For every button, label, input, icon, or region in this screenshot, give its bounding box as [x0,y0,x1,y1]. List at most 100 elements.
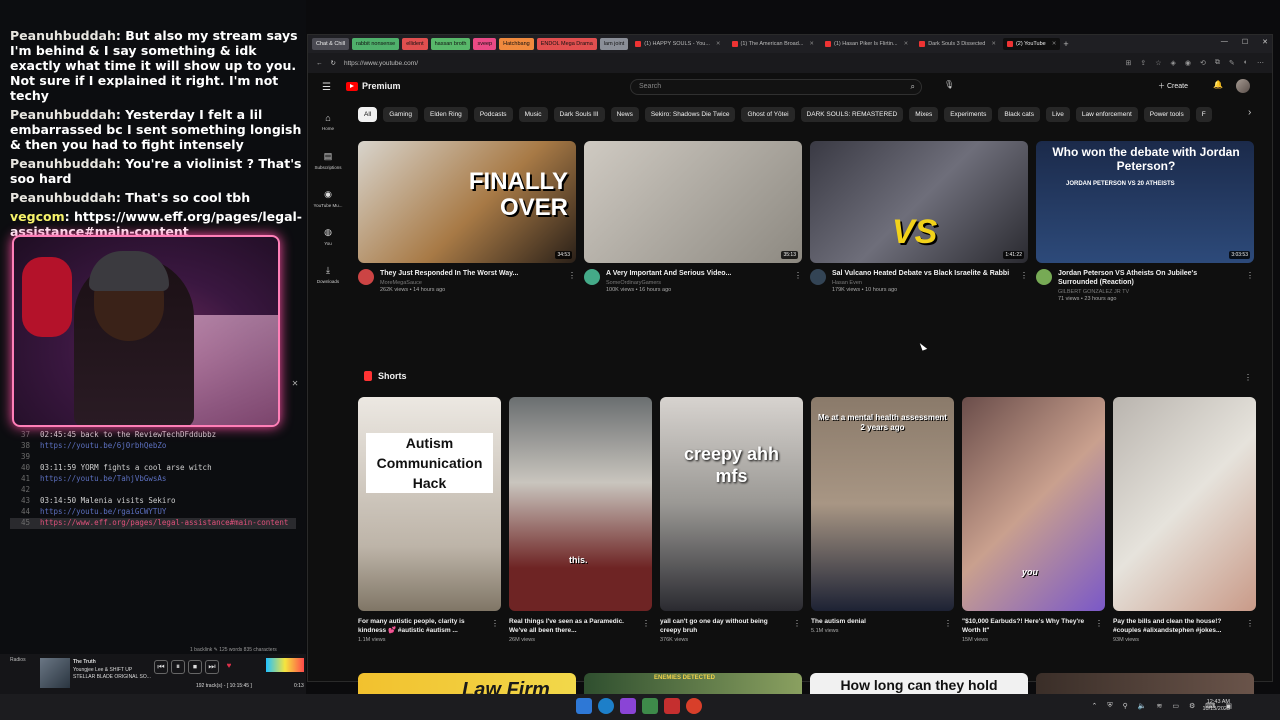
close-tab-icon[interactable]: ✕ [904,41,909,47]
short-thumbnail[interactable]: Me at a mental health assessment 2 years… [811,397,954,611]
sidebar-item[interactable]: ⤓ Downloads [308,261,348,299]
more-icon[interactable]: ⋮ [491,619,499,628]
more-icon[interactable]: ⋮ [1095,619,1103,628]
filter-chip[interactable]: Law enforcement [1075,107,1138,122]
short-title[interactable]: "$10,000 Earbuds?! Here's Why They're Wo… [962,617,1092,635]
short-card[interactable]: creepy ahh mfs yall can't go one day with… [660,397,803,643]
browser-tab[interactable]: ellident [402,38,428,50]
search-icon[interactable]: ⌕ [911,82,915,92]
stop-icon[interactable]: ⏹ [188,660,202,674]
extension-icon[interactable]: ⟲ [1200,59,1206,67]
close-tab-icon[interactable]: ✕ [716,41,721,47]
sidebar-item[interactable]: ◉ YouTube Mu... [308,185,348,223]
filter-chip[interactable]: Black cats [998,107,1040,122]
more-icon[interactable]: ⋮ [1244,373,1252,382]
short-thumbnail[interactable]: you [962,397,1105,611]
close-window-icon[interactable]: ✕ [1262,38,1268,46]
short-title[interactable]: Pay the bills and clean the house!? #cou… [1113,617,1243,635]
video-thumbnail[interactable]: Who won the debate with Jordan Peterson?… [1036,141,1254,263]
speaker-icon[interactable]: 🔈 [1138,702,1147,710]
channel-avatar[interactable] [1036,269,1052,285]
app-icon[interactable] [642,698,658,714]
short-title[interactable]: Real things I've seen as a Paramedic. We… [509,617,639,635]
extension-icon[interactable]: ◈ [1171,59,1176,67]
new-tab-icon[interactable]: + [1063,39,1068,49]
share-icon[interactable]: ⇪ [1140,59,1146,67]
channel-name[interactable]: GILBERT GONZALEZ JR TV [1058,289,1238,295]
filter-chip[interactable]: Dark Souls III [553,107,605,122]
video-card[interactable]: Who won the debate with Jordan Peterson?… [1036,141,1254,302]
editor-link[interactable]: https://youtu.be/6j0rbhQebZo [40,441,166,452]
app-icon[interactable] [664,698,680,714]
video-thumbnail[interactable]: FINALLY OVER 34:53 [358,141,576,263]
channel-name[interactable]: Hasan Even [832,280,1012,286]
extension-icon[interactable]: ◉ [1185,59,1191,67]
more-icon[interactable]: ⋮ [642,619,650,628]
more-icon[interactable]: ⋮ [1246,271,1254,280]
star-icon[interactable]: ☆ [1155,59,1161,67]
filter-chip[interactable]: Mixes [909,107,939,122]
video-thumbnail[interactable]: VS 1:41:22 [810,141,1028,263]
hamburger-icon[interactable]: ☰ [322,82,331,93]
browser-tab[interactable]: lam joint [599,38,629,50]
more-icon[interactable]: ⋮ [794,271,802,280]
browser-tab[interactable]: Hatchbang [499,38,534,50]
short-card[interactable]: Autism Communication Hack For many autist… [358,397,501,643]
windows-start-icon[interactable] [576,698,592,714]
chevron-right-icon[interactable]: › [1248,107,1251,118]
youtube-logo[interactable]: Premium [346,81,401,91]
settings-icon[interactable]: ⚙ [1189,702,1195,710]
battery-icon[interactable]: ▭ [1172,702,1179,710]
obsidian-icon[interactable] [620,698,636,714]
browser-tab[interactable]: Dark Souls 3 Dissected ✕ [915,38,1000,50]
browser-tab[interactable]: ENDOL Mega Drama [536,38,597,50]
channel-avatar[interactable] [810,269,826,285]
extension-icon[interactable]: ◐ [1244,59,1248,67]
more-icon[interactable]: ⋮ [1020,271,1028,280]
video-title[interactable]: They Just Responded In The Worst Way... [380,269,560,278]
filter-chip[interactable]: Music [518,107,548,122]
filter-chip[interactable]: Live [1045,107,1070,122]
video-title[interactable]: A Very Important And Serious Video... [606,269,786,278]
radio-label[interactable]: Radios [10,657,26,663]
video-title[interactable]: Sal Vulcano Heated Debate vs Black Israe… [832,269,1012,278]
previous-icon[interactable]: ⏮ [154,660,168,674]
video-card[interactable]: 35:13 A Very Important And Serious Video.… [584,141,802,293]
video-title[interactable]: Jordan Peterson VS Atheists On Jubilee's… [1058,269,1238,287]
close-tab-icon[interactable]: ✕ [991,41,996,47]
extension-icon[interactable]: ✎ [1229,59,1235,67]
channel-name[interactable]: SomeOrdinaryGamers [606,280,786,286]
short-card[interactable]: this. Real things I've seen as a Paramedi… [509,397,652,643]
short-card[interactable]: Pay the bills and clean the house!? #cou… [1113,397,1256,643]
short-thumbnail[interactable]: Autism Communication Hack [358,397,501,611]
menu-icon[interactable]: ⋯ [1257,59,1264,67]
wifi-icon[interactable]: ≋ [1156,702,1162,710]
channel-name[interactable]: MoreMegaSauce [380,280,560,286]
filter-chip[interactable]: News [610,107,639,122]
short-thumbnail[interactable] [1113,397,1256,611]
extension-icon[interactable]: ⧉ [1215,59,1220,67]
browser-tab[interactable]: (1) HAPPY SOULS - You... ✕ [631,38,724,50]
browser-tab[interactable]: rabbit nonsense [352,38,400,50]
filter-chip[interactable]: All [358,107,378,122]
short-title[interactable]: yall can't go one day without being cree… [660,617,790,635]
app-icon[interactable] [686,698,702,714]
browser-tab[interactable]: Chat & Chill [312,38,350,50]
browser-tab[interactable]: hassan broth [430,38,471,50]
short-title[interactable]: For many autistic people, clarity is kin… [358,617,488,635]
notifications-icon[interactable]: 🔔 [1213,80,1223,89]
url-field[interactable]: https://www.youtube.com/ [344,60,1118,67]
filter-chip[interactable]: Gaming [383,107,418,122]
filter-chip[interactable]: Elden Ring [424,107,468,122]
filter-chip[interactable]: Sekiro: Shadows Die Twice [644,107,736,122]
video-card[interactable]: VS 1:41:22 Sal Vulcano Heated Debate vs Bl… [810,141,1028,293]
browser-tab[interactable]: (1) The American Broad... ✕ [728,38,818,50]
video-thumbnail[interactable]: 35:13 [584,141,802,263]
video-card[interactable]: FINALLY OVER 34:53 They Just Responded In … [358,141,576,293]
more-icon[interactable]: ⋮ [793,619,801,628]
sidebar-item[interactable]: ▤ Subscriptions [308,147,348,185]
minimize-icon[interactable]: — [1221,38,1228,46]
next-icon[interactable]: ⏭ [205,660,219,674]
short-thumbnail[interactable]: creepy ahh mfs [660,397,803,611]
sidebar-item[interactable]: ⌂ Home [308,109,348,147]
